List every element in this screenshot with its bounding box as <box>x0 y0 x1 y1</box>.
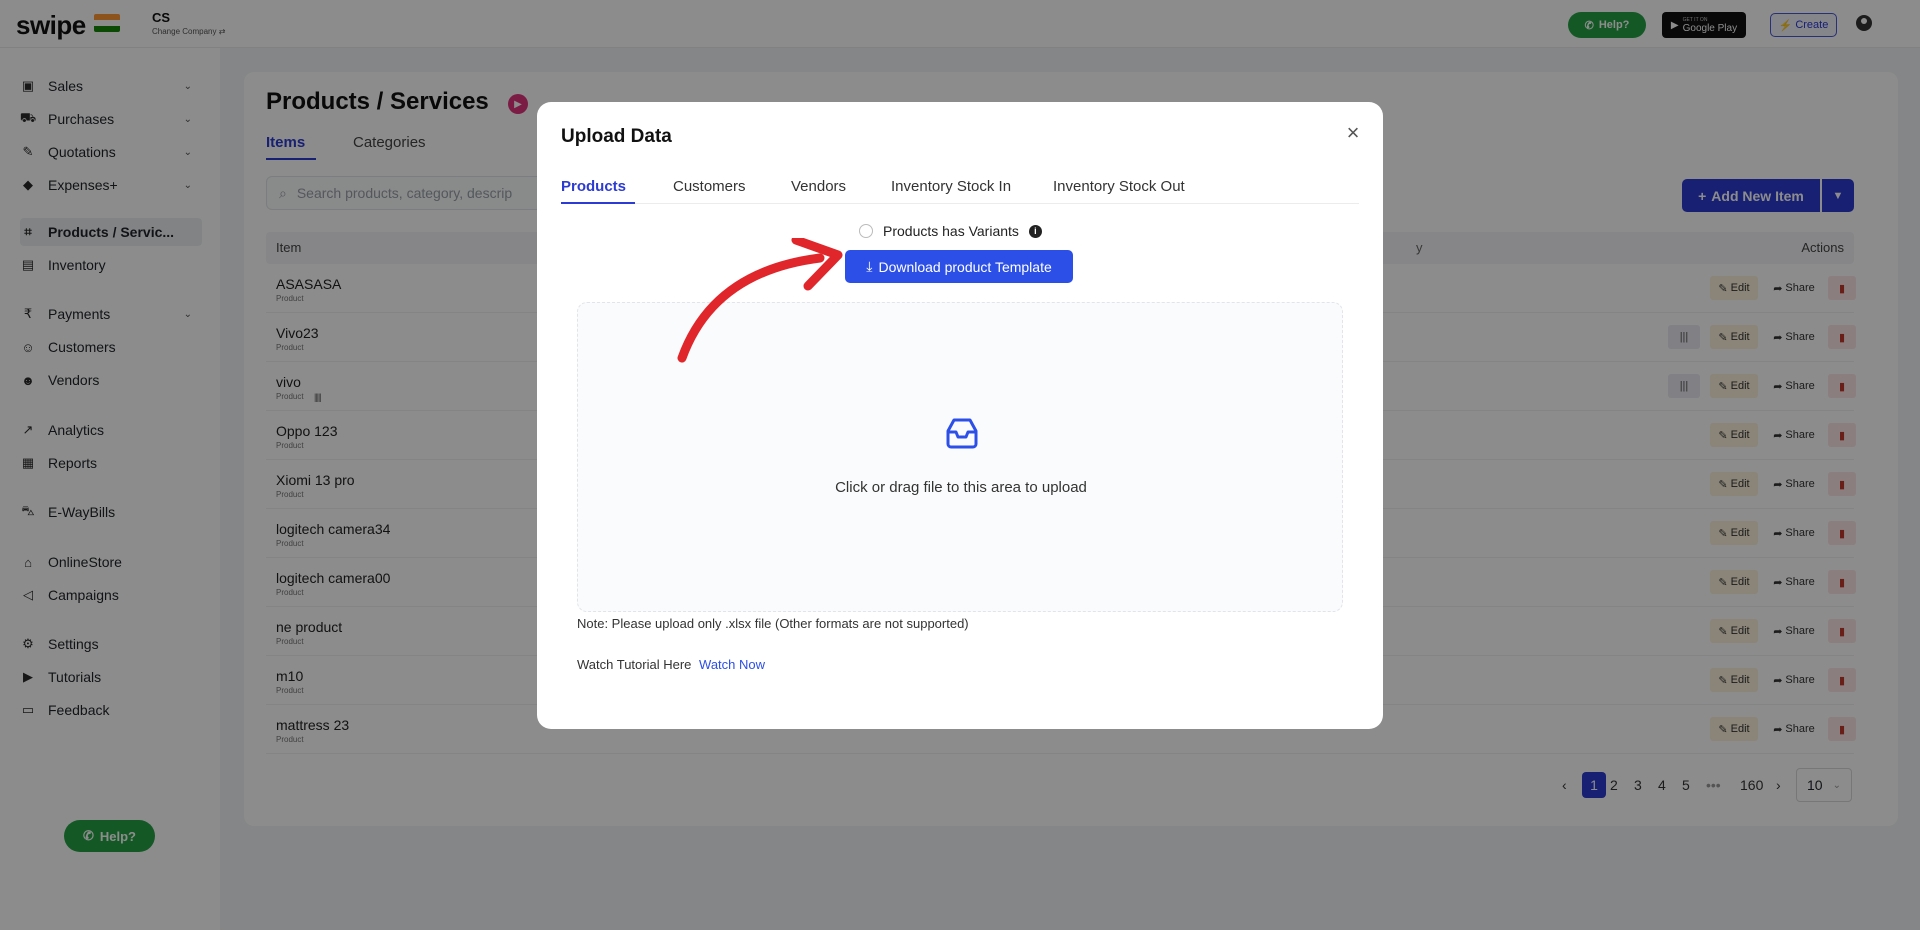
modal-title: Upload Data <box>561 126 672 147</box>
modal-tab-underline <box>561 202 635 204</box>
download-template-label: Download product Template <box>878 258 1052 275</box>
annotation-arrow-icon <box>677 238 843 363</box>
download-icon: ⤓ <box>866 258 873 274</box>
download-template-button[interactable]: ⤓ Download product Template <box>845 250 1073 283</box>
upload-note: Note: Please upload only .xlsx file (Oth… <box>577 616 969 631</box>
modal-tab-vendors[interactable]: Vendors <box>791 178 846 195</box>
watch-now-link[interactable]: Watch Now <box>699 657 765 672</box>
tutorial-line: Watch Tutorial Here Watch Now <box>577 657 765 672</box>
variants-label: Products has Variants <box>883 223 1019 239</box>
upload-data-modal: Upload Data × Products Customers Vendors… <box>537 102 1383 729</box>
modal-tab-stock-in[interactable]: Inventory Stock In <box>891 178 1011 195</box>
modal-tab-divider <box>561 203 1359 204</box>
variants-option: Products has Variants i <box>859 223 1042 239</box>
close-icon[interactable]: × <box>1341 120 1365 146</box>
info-icon[interactable]: i <box>1028 224 1042 238</box>
inbox-icon <box>946 418 978 449</box>
variants-checkbox[interactable] <box>859 224 873 238</box>
tutorial-label: Watch Tutorial Here <box>577 657 692 672</box>
dropzone-text: Click or drag file to this area to uploa… <box>835 479 1087 496</box>
modal-tab-products[interactable]: Products <box>561 178 626 195</box>
modal-tab-customers[interactable]: Customers <box>673 178 746 195</box>
modal-tab-stock-out[interactable]: Inventory Stock Out <box>1053 178 1185 195</box>
